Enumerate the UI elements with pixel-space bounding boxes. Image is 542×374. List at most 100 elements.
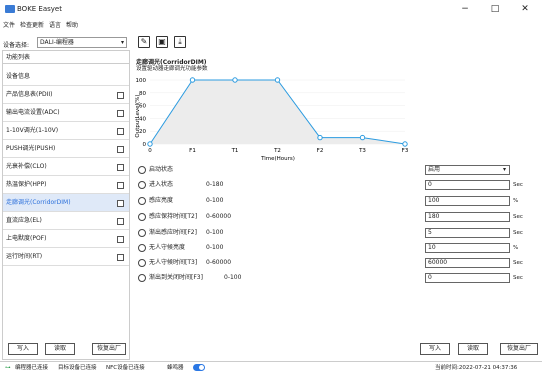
param-radio[interactable] <box>138 180 146 189</box>
chart-y-tick-label: 100 <box>136 78 147 84</box>
func-item-label: 上电默度(POF) <box>6 235 47 242</box>
param-label: 进入状态 <box>149 181 174 188</box>
param-radio[interactable] <box>138 165 146 174</box>
close-button[interactable]: ✕ <box>514 2 536 16</box>
param-label: 感应亮度 <box>149 197 174 204</box>
func-item-checkbox[interactable] <box>117 236 124 243</box>
func-item-checkbox[interactable] <box>117 254 124 261</box>
param-radio[interactable] <box>138 258 146 267</box>
func-item-checkbox[interactable] <box>117 164 124 171</box>
func-item-label: 1-10V调光(1-10V) <box>6 127 59 134</box>
func-item-checkbox[interactable] <box>117 218 124 225</box>
func-item-hpp[interactable]: 热温保护(HPP) <box>3 176 129 194</box>
right-restore-button[interactable]: 恢复出厂 <box>500 343 538 355</box>
chevron-down-icon: ▾ <box>502 166 506 173</box>
param-range: 0-100 <box>206 244 224 251</box>
left-write-button[interactable]: 写入 <box>8 343 38 355</box>
param-input-fade-f2[interactable]: 5 <box>425 228 510 238</box>
minimize-button[interactable]: − <box>454 2 476 16</box>
maximize-button[interactable]: □ <box>484 2 506 16</box>
param-row-hold-time-t2[interactable]: 感应保持时间[T2] 0-60000 <box>138 212 231 222</box>
param-row-standby-level[interactable]: 无人守候亮度 0-100 <box>138 243 223 253</box>
param-row-fade-f2[interactable]: 渐出感应时间[F2] 0-100 <box>138 228 223 238</box>
param-unit: Sec <box>513 182 523 188</box>
func-item-label: 设备信息 <box>6 73 31 80</box>
func-item-label: 直流应急(EL) <box>6 217 42 224</box>
param-input-standby-time-t3[interactable]: 60000 <box>425 258 510 268</box>
param-radio[interactable] <box>138 212 146 221</box>
menu-check-update[interactable]: 检查更新 <box>20 20 44 29</box>
status-buzzer-label: 蜂鸣器 <box>167 365 184 371</box>
param-range: 0-100 <box>206 229 224 236</box>
save-icon[interactable]: ▣ <box>156 36 168 48</box>
param-radio[interactable] <box>138 273 146 282</box>
chart-point-0 <box>147 141 153 147</box>
param-input-sense-level[interactable]: 100 <box>425 196 510 206</box>
param-input-hold-time-t2[interactable]: 180 <box>425 212 510 222</box>
right-read-button[interactable]: 读取 <box>458 343 488 355</box>
func-item-label: 输出电流设置(ADC) <box>6 109 60 116</box>
param-label: 启动状态 <box>149 166 174 173</box>
chart-x-tick-label: 0 <box>148 148 152 154</box>
device-select-label: 设备选择: <box>3 42 30 49</box>
param-row-standby-time-t3[interactable]: 无人守候时间[T3] 0-60000 <box>138 258 231 268</box>
menu-help[interactable]: 帮助 <box>66 20 78 29</box>
right-write-button[interactable]: 写入 <box>420 343 450 355</box>
param-row-fade-off-f3[interactable]: 渐出到关闭时间[F3] 0-100 <box>138 273 241 283</box>
left-restore-button[interactable]: 恢复出厂 <box>92 343 126 355</box>
func-item-rt[interactable]: 运行时间(RT) <box>3 248 129 266</box>
func-item-checkbox[interactable] <box>117 200 124 207</box>
menu-file[interactable]: 文件 <box>3 20 15 29</box>
status-programmer: 编程器已连接 <box>15 365 49 371</box>
func-item-device-info[interactable]: 设备信息 <box>3 68 129 86</box>
status-bar: ⊶ 编程器已连接 目标设备已连接 NFC设备已连接 蜂鸣器 当前时间:2022-… <box>0 361 542 374</box>
param-input-enter-state[interactable]: 0 <box>425 180 510 190</box>
device-select-value: DALI-编程器 <box>40 39 74 46</box>
chart-x-axis-label: Time(Hours) <box>260 156 295 162</box>
chart-x-tick-label: F1 <box>189 148 196 154</box>
func-item-label: 走廊调光(CorridorDIM) <box>6 199 71 206</box>
status-target-device: 目标设备已连接 <box>58 365 97 371</box>
buzzer-toggle[interactable] <box>193 364 205 371</box>
chevron-down-icon: ▾ <box>120 39 124 46</box>
func-item-el[interactable]: 直流应急(EL) <box>3 212 129 230</box>
param-row-sense-level[interactable]: 感应亮度 0-100 <box>138 196 223 206</box>
chart-x-tick-label: T3 <box>358 148 366 154</box>
func-item-label: PUSH调光(PUSH) <box>6 145 56 152</box>
param-select-start-state[interactable]: 启用 ▾ <box>425 165 510 175</box>
param-unit: Sec <box>513 230 523 236</box>
param-radio[interactable] <box>138 196 146 205</box>
chart-y-tick-label: 0 <box>143 142 147 148</box>
device-select-dropdown[interactable]: DALI-编程器 ▾ <box>37 37 127 48</box>
param-radio[interactable] <box>138 243 146 252</box>
menu-bar: 文件 检查更新 语言 帮助 <box>0 20 80 32</box>
func-item-corridordim[interactable]: 走廊调光(CorridorDIM) <box>3 194 129 212</box>
link-icon: ⊶ <box>5 365 11 371</box>
param-radio[interactable] <box>138 228 146 237</box>
param-input-fade-off-f3[interactable]: 0 <box>425 273 510 283</box>
chart-area-fill <box>150 80 405 144</box>
chart-x-tick-label: T1 <box>231 148 239 154</box>
func-item-label: 热温保护(HPP) <box>6 181 47 188</box>
chart-x-tick-label: F3 <box>402 148 409 154</box>
menu-language[interactable]: 语言 <box>49 20 61 29</box>
chart-y-axis-label: OutputLevel(%) <box>135 94 141 137</box>
func-item-pof[interactable]: 上电默度(POF) <box>3 230 129 248</box>
func-item-adc[interactable]: 输出电流设置(ADC) <box>3 104 129 122</box>
func-item-checkbox[interactable] <box>117 182 124 189</box>
download-icon[interactable]: ⤓ <box>174 36 186 48</box>
func-item-clo[interactable]: 光衰补偿(CLO) <box>3 158 129 176</box>
param-unit: % <box>513 198 519 204</box>
param-range: 0-100 <box>224 274 242 281</box>
status-nfc-device: NFC设备已连接 <box>106 365 145 371</box>
func-item-push[interactable]: PUSH调光(PUSH) <box>3 140 129 158</box>
edit-icon[interactable]: ✎ <box>138 36 150 48</box>
func-item-1-10v[interactable]: 1-10V调光(1-10V) <box>3 122 129 140</box>
param-input-standby-level[interactable]: 10 <box>425 243 510 253</box>
param-row-start-state[interactable]: 启动状态 <box>138 165 173 175</box>
func-item-pdii[interactable]: 产品信息表(PDII) <box>3 86 129 104</box>
param-row-enter-state[interactable]: 进入状态 0-180 <box>138 180 223 190</box>
chart-x-tick-label: T2 <box>273 148 281 154</box>
func-item-label: 产品信息表(PDII) <box>6 91 53 98</box>
left-read-button[interactable]: 读取 <box>45 343 75 355</box>
